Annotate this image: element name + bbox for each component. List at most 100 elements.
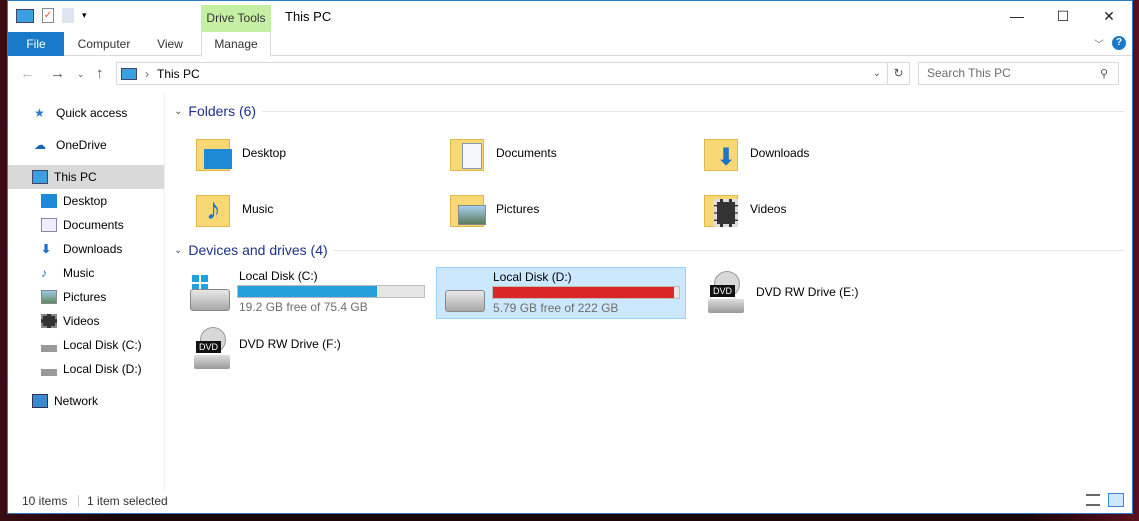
new-folder-icon[interactable] — [62, 8, 74, 23]
search-icon: ⚲ — [1100, 68, 1109, 80]
item-count: 10 items — [22, 494, 68, 508]
folder-label: Desktop — [242, 146, 287, 160]
collapse-chevron-icon[interactable]: ⌄ — [174, 245, 182, 256]
details-view-button[interactable] — [1086, 494, 1100, 506]
tab-view[interactable]: View — [150, 32, 190, 56]
folder-label: Music — [242, 202, 274, 216]
divider — [78, 495, 79, 507]
documents-icon — [41, 218, 57, 232]
downloads-folder-icon: ⬇ — [702, 133, 742, 173]
desktop-icon — [41, 194, 57, 208]
sidebar-item-label: Local Disk (C:) — [63, 338, 142, 352]
computer-icon — [16, 8, 34, 23]
title-bar: ✓ ▾ Drive Tools This PC — ☐ ✕ — [8, 1, 1132, 32]
back-button[interactable]: ← — [20, 65, 35, 82]
search-input[interactable]: Search This PC — [918, 62, 1119, 85]
folder-videos[interactable]: Videos — [702, 189, 786, 229]
ribbon-tabs: File Computer View Manage ﹀ ? — [8, 32, 1132, 57]
close-button[interactable]: ✕ — [1086, 1, 1132, 31]
videos-icon — [41, 314, 57, 328]
address-dropdown-icon[interactable]: ⌄ — [873, 68, 881, 79]
music-icon: ♪ — [41, 266, 47, 280]
computer-icon — [121, 67, 137, 80]
videos-folder-icon — [702, 189, 742, 229]
folder-label: Downloads — [750, 146, 810, 160]
sidebar-item-pictures[interactable]: Pictures — [8, 285, 164, 309]
drive-name: Local Disk (C:) — [239, 269, 318, 283]
sidebar-item-label: OneDrive — [56, 138, 107, 152]
content-pane: ⌄ Folders (6) Desktop Documents ⬇ Download… — [166, 93, 1132, 490]
breadcrumb-this-pc[interactable]: This PC — [157, 67, 200, 81]
drive-name: DVD RW Drive (F:) — [239, 337, 341, 351]
expand-ribbon-icon[interactable]: ﹀ — [1094, 36, 1104, 51]
folder-documents[interactable]: Documents — [448, 133, 557, 173]
sidebar-item-this-pc[interactable]: This PC — [8, 165, 164, 189]
hard-drive-icon — [190, 289, 230, 311]
star-icon: ★ — [34, 106, 45, 120]
drive-free-space: 19.2 GB free of 75.4 GB — [239, 300, 368, 314]
usage-bar-fill — [238, 286, 377, 297]
pictures-folder-icon — [448, 189, 488, 229]
dvd-drive-icon: DVD — [708, 271, 744, 315]
folder-desktop[interactable]: Desktop — [194, 133, 286, 173]
group-title: Folders (6) — [188, 103, 257, 119]
sidebar-item-quick-access[interactable]: ★ Quick access — [8, 101, 164, 125]
navigation-bar: ← → ⌄ ↑ › This PC ⌄ ↻ Search This PC ⚲ — [8, 56, 1132, 92]
recent-locations-dropdown[interactable]: ⌄ — [77, 69, 85, 80]
navigation-pane[interactable]: ★ Quick access ☁ OneDrive This PC Desktop … — [8, 93, 165, 490]
tab-computer[interactable]: Computer — [72, 32, 136, 56]
folder-label: Videos — [750, 202, 787, 216]
up-button[interactable]: ↑ — [96, 65, 104, 82]
drive-local-disk-d[interactable]: Local Disk (D:) 5.79 GB free of 222 GB — [436, 267, 686, 319]
folder-downloads[interactable]: ⬇ Downloads — [702, 133, 809, 173]
sidebar-item-network[interactable]: Network — [8, 389, 164, 413]
sidebar-item-label: Desktop — [63, 194, 108, 208]
music-folder-icon: ♪ — [194, 189, 234, 229]
folder-pictures[interactable]: Pictures — [448, 189, 539, 229]
sidebar-item-label: Quick access — [56, 106, 128, 120]
usage-bar — [492, 286, 680, 299]
sidebar-item-desktop[interactable]: Desktop — [8, 189, 164, 213]
tab-file[interactable]: File — [8, 32, 64, 56]
sidebar-item-onedrive[interactable]: ☁ OneDrive — [8, 133, 164, 157]
group-title: Devices and drives (4) — [188, 242, 328, 258]
minimize-button[interactable]: — — [994, 1, 1040, 31]
sidebar-item-music[interactable]: ♪ Music — [8, 261, 164, 285]
quick-access-toolbar: ✓ ▾ — [16, 8, 87, 23]
devices-group-header[interactable]: ⌄ Devices and drives (4) — [174, 242, 1124, 258]
pictures-icon — [41, 290, 57, 304]
hard-drive-icon — [445, 290, 485, 312]
network-icon — [32, 394, 48, 408]
sidebar-item-local-disk-d[interactable]: Local Disk (D:) — [8, 357, 164, 381]
window-title: This PC — [285, 9, 332, 24]
drive-name: DVD RW Drive (E:) — [756, 285, 859, 299]
customize-dropdown-icon[interactable]: ▾ — [82, 10, 87, 21]
sidebar-item-label: Documents — [63, 218, 124, 232]
address-bar[interactable]: › This PC ⌄ ↻ — [116, 62, 910, 85]
help-icon[interactable]: ? — [1112, 36, 1126, 50]
folder-music[interactable]: ♪ Music — [194, 189, 273, 229]
documents-folder-icon — [448, 133, 488, 173]
drive-dvd-e[interactable]: DVD DVD RW Drive (E:) — [696, 267, 946, 319]
sidebar-item-videos[interactable]: Videos — [8, 309, 164, 333]
forward-button[interactable]: → — [50, 65, 65, 82]
breadcrumb-separator-icon[interactable]: › — [145, 67, 149, 81]
sidebar-item-label: Videos — [63, 314, 100, 328]
drive-local-disk-c[interactable]: Local Disk (C:) 19.2 GB free of 75.4 GB — [182, 267, 432, 319]
folder-label: Pictures — [496, 202, 540, 216]
collapse-chevron-icon[interactable]: ⌄ — [174, 106, 182, 117]
dvd-drive-icon: DVD — [194, 327, 230, 371]
divider — [333, 249, 1124, 251]
sidebar-item-label: This PC — [54, 170, 97, 184]
tab-manage[interactable]: Manage — [201, 32, 271, 57]
sidebar-item-local-disk-c[interactable]: Local Disk (C:) — [8, 333, 164, 357]
maximize-button[interactable]: ☐ — [1040, 1, 1086, 31]
drive-free-space: 5.79 GB free of 222 GB — [493, 301, 619, 315]
sidebar-item-documents[interactable]: Documents — [8, 213, 164, 237]
drive-dvd-f[interactable]: DVD DVD RW Drive (F:) — [182, 323, 432, 375]
properties-icon[interactable]: ✓ — [42, 8, 54, 23]
sidebar-item-downloads[interactable]: ⬇ Downloads — [8, 237, 164, 261]
refresh-button[interactable]: ↻ — [887, 63, 909, 84]
large-icons-view-button[interactable] — [1108, 493, 1124, 507]
folders-group-header[interactable]: ⌄ Folders (6) — [174, 103, 1124, 119]
